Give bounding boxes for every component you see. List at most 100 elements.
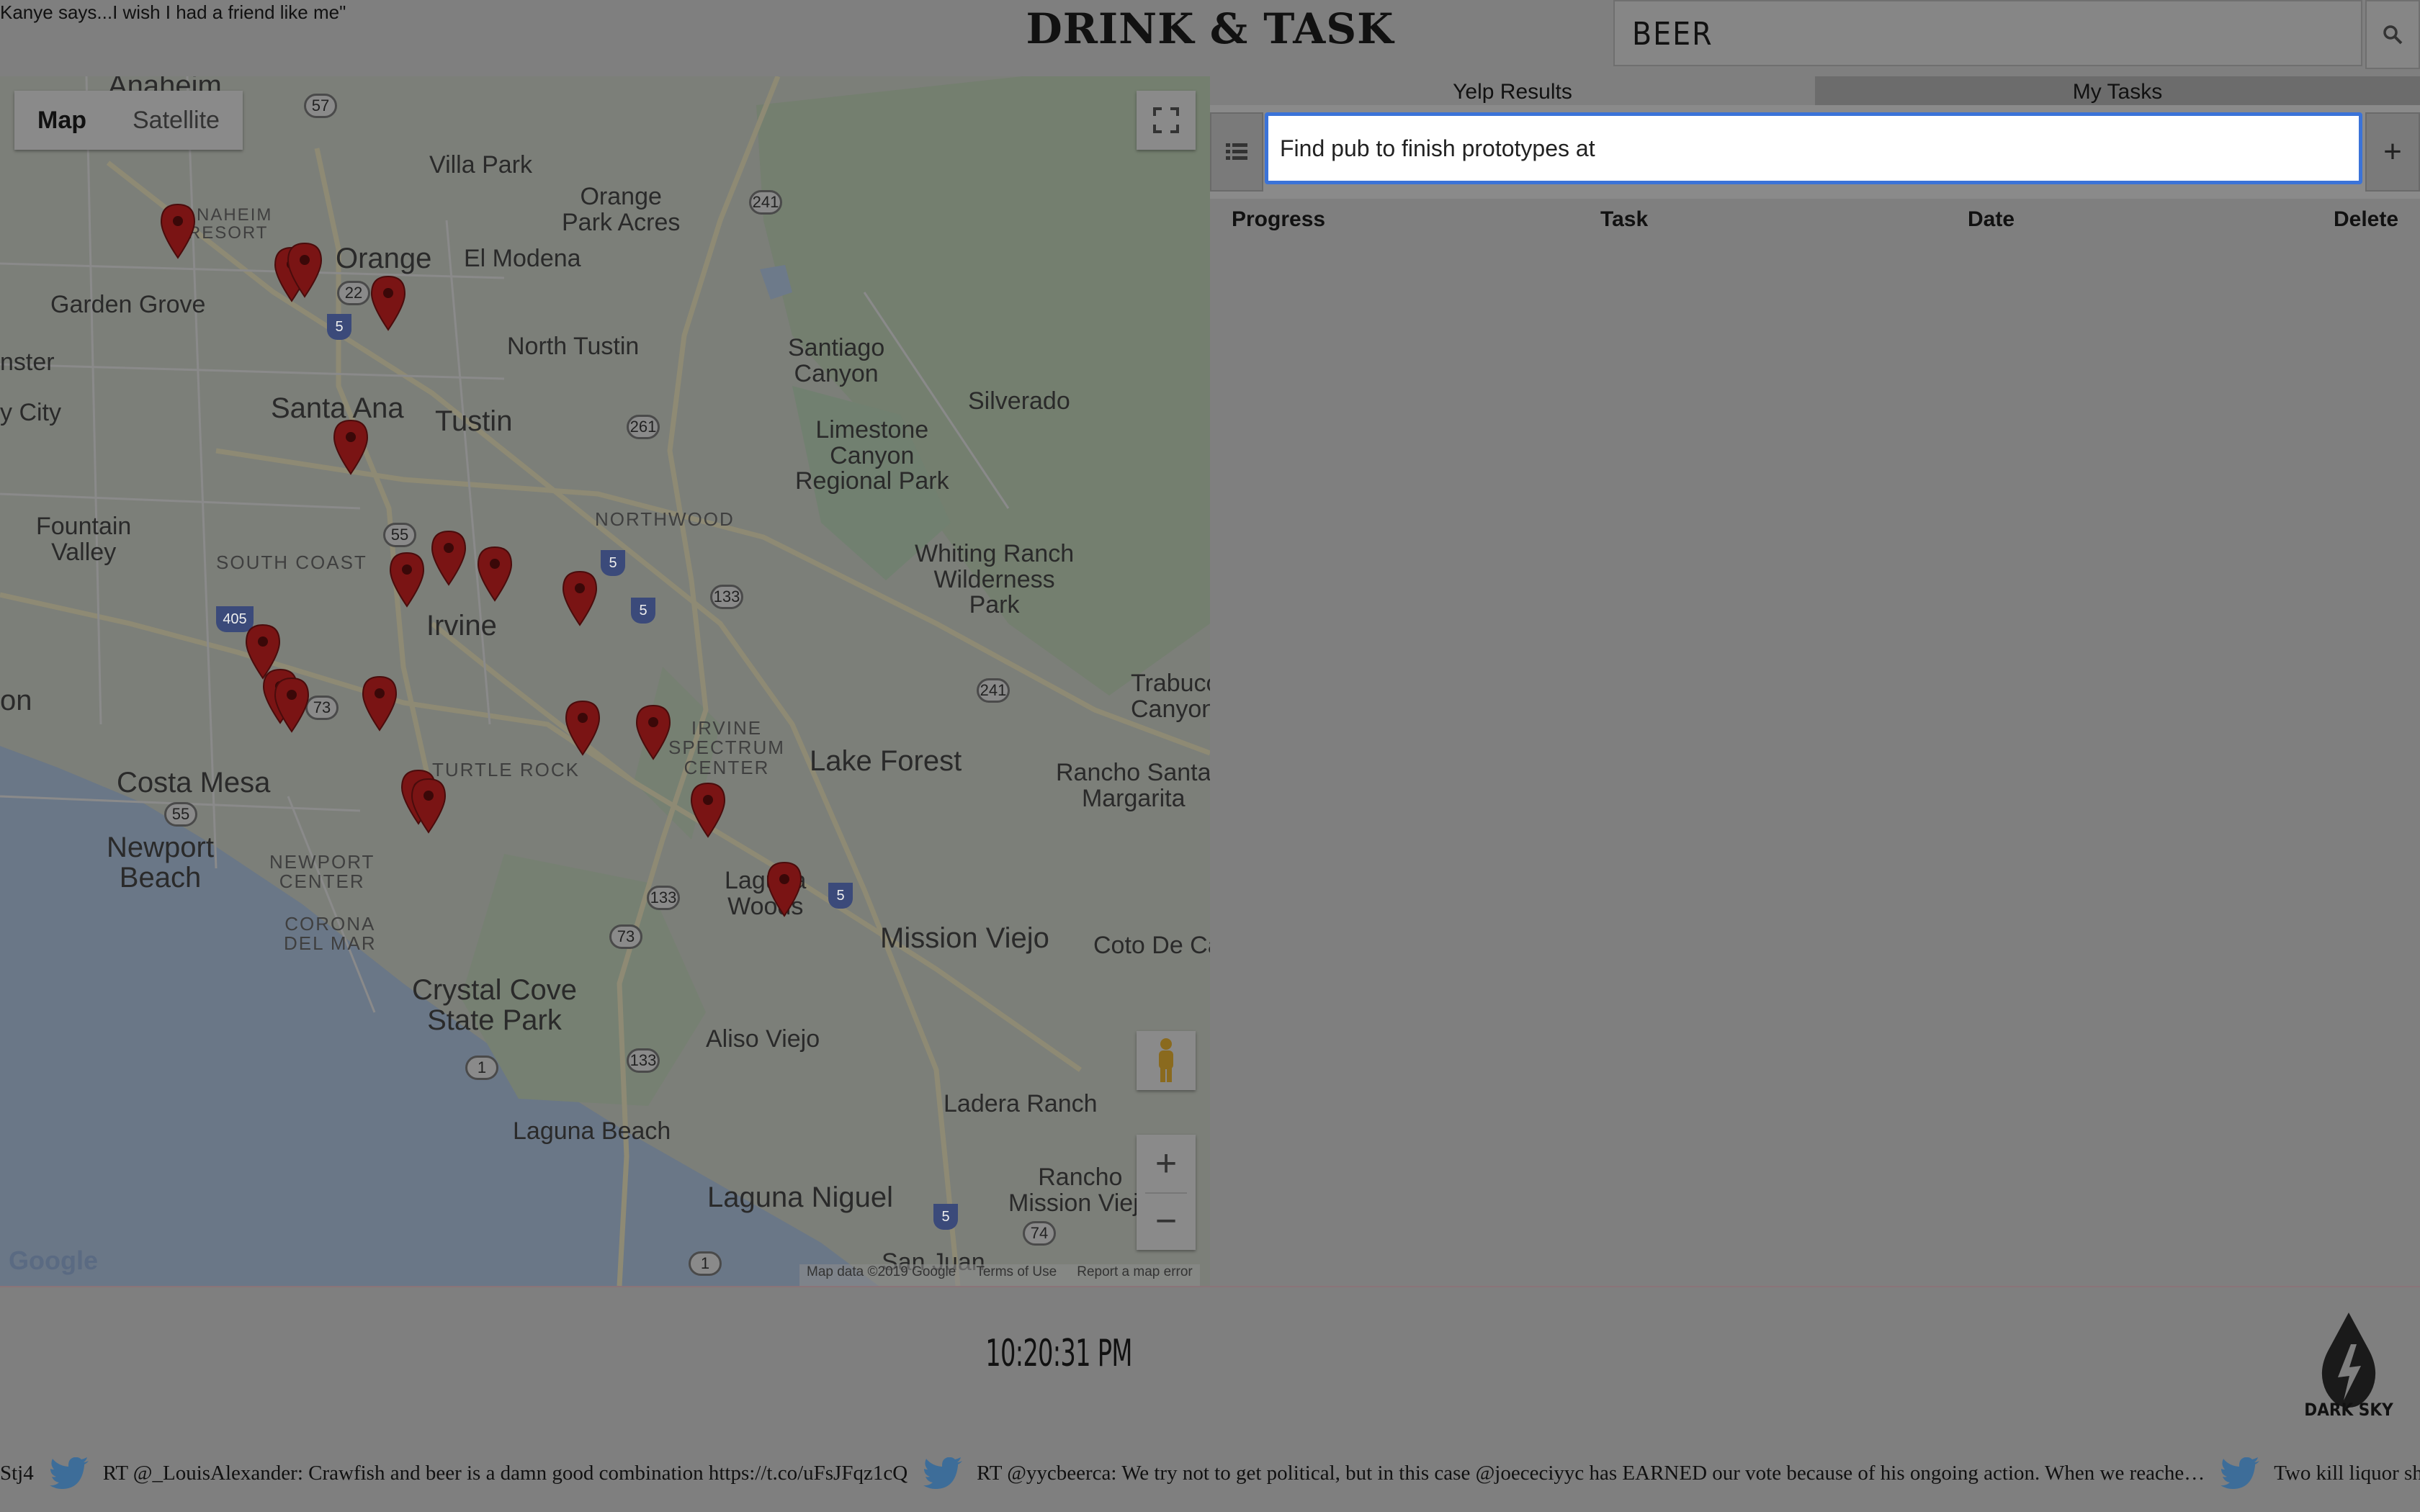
map-pin-marker[interactable] [766, 861, 802, 917]
highway-shield: 73 [305, 696, 339, 720]
task-table-header: Progress Task Date Delete [1210, 203, 2420, 238]
ticker-text: RT @yycbeerca: We try not to get politic… [977, 1461, 2205, 1485]
highway-shield: 133 [710, 585, 743, 609]
ticker-text: RT @_LouisAlexander: Crawfish and beer i… [102, 1461, 908, 1485]
ticker-text: Two kill liquor shop salesman d [2274, 1461, 2420, 1485]
map-label-rancho-mission-viejo: Rancho Mission Viejo [1008, 1164, 1152, 1217]
map-pin-marker[interactable] [431, 530, 467, 586]
map-pin-marker[interactable] [160, 203, 196, 259]
fullscreen-button[interactable] [1137, 91, 1196, 150]
map-label-orange: Orange [336, 243, 432, 274]
ticker-text: Stj4 [0, 1461, 34, 1485]
map-type-control[interactable]: Map Satellite [14, 91, 243, 150]
highway-shield: 1 [689, 1251, 722, 1276]
map-label-y-city: y City [0, 399, 61, 426]
results-tabs: Yelp Results My Tasks [1210, 76, 2420, 105]
map-label-nster: nster [0, 348, 55, 376]
map-label-trabuco: Trabuco Canyon [1131, 670, 1210, 723]
ticker-item: RT @yycbeerca: We try not to get politic… [923, 1457, 2205, 1489]
dark-sky-label: DARK SKY [2304, 1400, 2393, 1420]
map[interactable]: Anaheim ANAHEIM RESORT Orange Villa Park… [0, 76, 1210, 1286]
interstate-shield: 5 [327, 314, 351, 340]
map-pin-marker[interactable] [274, 677, 310, 733]
kanye-quote: Kanye says...I wish I had a friend like … [0, 1, 346, 23]
map-label-lake-forest: Lake Forest [810, 745, 962, 777]
twitter-ticker: Stj4 RT @_LouisAlexander: Crawfish and b… [0, 1452, 2420, 1495]
highway-shield: 74 [1023, 1221, 1056, 1246]
map-label-silverado: Silverado [968, 387, 1070, 415]
task-input[interactable] [1265, 112, 2362, 184]
map-data-attribution: Map data ©2019 Google [807, 1264, 956, 1279]
highway-shield: 1 [465, 1056, 498, 1080]
map-pin-marker[interactable] [477, 546, 513, 602]
map-label-northwood: NORTHWOOD [595, 508, 735, 530]
task-list-button[interactable] [1210, 112, 1263, 192]
interstate-shield: 5 [601, 550, 625, 576]
map-label-coto-de-caza: Coto De Ca [1093, 932, 1210, 959]
google-logo: Google [9, 1246, 98, 1275]
map-label-newport-beach: Newport Beach [107, 832, 214, 894]
highway-shield: 73 [609, 924, 642, 949]
map-pin-marker[interactable] [690, 782, 726, 838]
search-input[interactable] [1631, 12, 2339, 56]
ticker-item: RT @_LouisAlexander: Crawfish and beer i… [49, 1457, 908, 1489]
search-button[interactable] [2365, 0, 2420, 69]
twitter-icon [923, 1457, 963, 1489]
interstate-shield: 5 [933, 1204, 958, 1230]
report-map-error-link[interactable]: Report a map error [1077, 1264, 1193, 1286]
map-label-rancho-santa-margarita: Rancho Santa Margarita [1056, 759, 1210, 812]
map-pin-marker[interactable] [287, 242, 323, 298]
map-pin-marker[interactable] [333, 419, 369, 475]
map-label-santiago-canyon: Santiago Canyon [788, 334, 885, 387]
twitter-icon [49, 1457, 89, 1489]
terms-of-use-link[interactable]: Terms of Use [976, 1264, 1057, 1286]
zoom-control[interactable]: + − [1137, 1135, 1196, 1250]
highway-shield: 133 [647, 886, 680, 910]
highway-shield: 55 [164, 802, 197, 827]
map-pin-marker[interactable] [635, 704, 671, 760]
street-view-button[interactable] [1137, 1031, 1196, 1090]
zoom-out-button[interactable]: − [1137, 1192, 1196, 1250]
map-footer: Map data ©2019 Google Terms of Use Repor… [799, 1264, 1200, 1286]
map-pin-marker[interactable] [411, 778, 447, 834]
map-label-fountain-valley: Fountain Valley [36, 513, 132, 566]
search-icon [2383, 25, 2403, 45]
highway-shield: 55 [383, 523, 416, 547]
ticker-item: Stj4 [0, 1462, 34, 1485]
map-label-garden-grove: Garden Grove [50, 291, 206, 318]
zoom-divider [1145, 1192, 1187, 1194]
ticker-item: Two kill liquor shop salesman d [2220, 1457, 2420, 1489]
search-box[interactable] [1613, 0, 2362, 66]
map-label-corona-del-mar: CORONA DEL MAR [284, 913, 377, 955]
add-task-button[interactable]: + [2365, 112, 2420, 192]
tab-my-tasks[interactable]: My Tasks [1815, 76, 2420, 105]
map-label-costa-mesa: Costa Mesa [117, 767, 271, 798]
map-pin-marker[interactable] [362, 675, 398, 732]
map-type-map-button[interactable]: Map [14, 91, 109, 150]
footer-divider [0, 1286, 2420, 1287]
map-pin-marker[interactable] [389, 552, 425, 608]
map-label-anaheim-resort: ANAHEIM RESORT [184, 205, 273, 243]
map-label-laguna-beach: Laguna Beach [513, 1117, 671, 1145]
zoom-in-button[interactable]: + [1137, 1135, 1196, 1192]
column-header-progress: Progress [1232, 207, 1326, 231]
highway-shield: 241 [977, 678, 1010, 703]
tab-yelp-results[interactable]: Yelp Results [1210, 76, 1815, 105]
map-label-irvine-spectrum: IRVINE SPECTRUM CENTER [668, 717, 785, 778]
map-label-aliso-viejo: Aliso Viejo [706, 1025, 820, 1053]
highway-shield: 133 [627, 1048, 660, 1073]
column-header-delete: Delete [2334, 207, 2399, 231]
column-header-date: Date [1968, 207, 2015, 231]
map-pin-marker[interactable] [370, 275, 406, 331]
map-type-satellite-button[interactable]: Satellite [109, 91, 243, 150]
map-label-tustin: Tustin [435, 405, 513, 437]
map-label-villa-park: Villa Park [429, 151, 532, 179]
column-header-task: Task [1600, 207, 1649, 231]
map-label-turtle-rock: TURTLE ROCK [432, 759, 580, 780]
map-label-newport-center: NEWPORT CENTER [269, 851, 375, 893]
highway-shield: 22 [337, 281, 370, 305]
map-pin-marker[interactable] [565, 700, 601, 756]
map-pin-marker[interactable] [562, 570, 598, 626]
map-label-el-modena: El Modena [464, 245, 581, 272]
map-label-whiting-ranch: Whiting Ranch Wilderness Park [915, 540, 1075, 619]
